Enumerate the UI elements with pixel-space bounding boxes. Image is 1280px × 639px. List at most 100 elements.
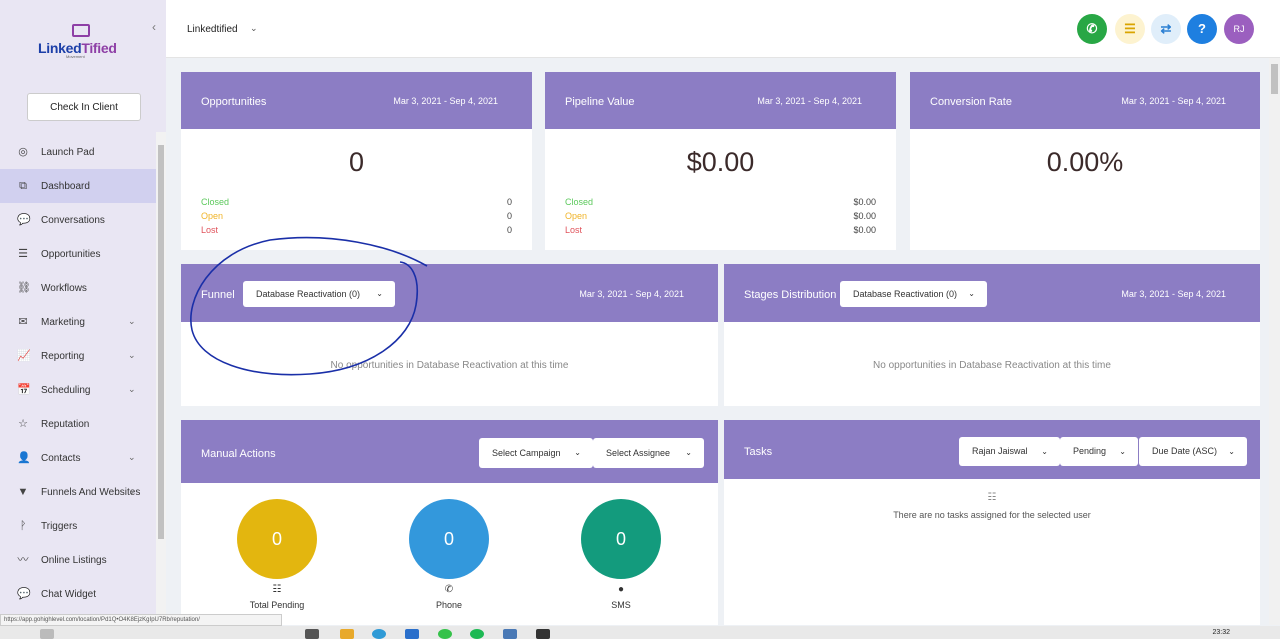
sidebar-item-contacts[interactable]: 👤 Contacts ⌄ xyxy=(0,441,156,475)
phone-icon: ✆ xyxy=(444,584,454,595)
date-range[interactable]: Mar 3, 2021 - Sep 4, 2021 xyxy=(579,289,684,299)
select-campaign-dropdown[interactable]: Select Campaign ⌄ xyxy=(479,438,593,468)
chevron-down-icon: ⌄ xyxy=(685,448,692,457)
phone-icon[interactable]: ✆ xyxy=(1077,14,1107,44)
closed-label: Closed xyxy=(565,197,594,207)
card-title: Conversion Rate xyxy=(930,96,1012,108)
funnel-icon: ▼ xyxy=(17,486,29,498)
funnel-select[interactable]: Database Reactivation (0) ⌄ xyxy=(243,281,395,307)
date-range[interactable]: Mar 3, 2021 - Sep 4, 2021 xyxy=(757,96,862,106)
chevron-down-icon: ⌄ xyxy=(128,350,136,360)
trigger-icon: ᚹ xyxy=(19,520,27,532)
sidebar-item-opportunities[interactable]: ☰ Opportunities xyxy=(0,237,156,271)
phone-circle[interactable]: 0 xyxy=(409,499,489,579)
chevron-down-icon: ⌄ xyxy=(1041,447,1048,456)
app-icon[interactable] xyxy=(503,629,517,639)
conversion-rate-card: Conversion Rate Mar 3, 2021 - Sep 4, 202… xyxy=(910,72,1260,250)
sidebar-item-label: Opportunities xyxy=(41,248,101,260)
sidebar-item-label: Triggers xyxy=(41,520,78,532)
sidebar-item-scheduling[interactable]: 📅 Scheduling ⌄ xyxy=(0,373,156,407)
browser-icon[interactable] xyxy=(372,629,386,639)
sidebar-item-label: Conversations xyxy=(41,214,105,226)
sidebar-scroll-thumb[interactable] xyxy=(158,145,164,539)
select-campaign-label: Select Campaign xyxy=(492,448,561,458)
pulse-icon: 〰 xyxy=(17,554,29,566)
sidebar-item-launch-pad[interactable]: ◎ Launch Pad xyxy=(0,135,156,169)
logo-accent: Tified xyxy=(81,40,117,56)
sidebar-item-chat-widget[interactable]: 💬 Chat Widget xyxy=(0,577,156,611)
switch-arrows-icon[interactable]: ⇄ xyxy=(1151,14,1181,44)
sidebar-item-label: Online Listings xyxy=(41,554,107,566)
top-header: Linkedtified ⌄ ✆ ☰ ⇄ ? RJ xyxy=(166,0,1280,58)
sms-circle[interactable]: 0 xyxy=(581,499,661,579)
app-icon[interactable] xyxy=(405,629,419,639)
page-scroll-thumb[interactable] xyxy=(1271,64,1278,94)
folder-icon[interactable] xyxy=(340,629,354,639)
search-icon[interactable] xyxy=(40,629,54,639)
task-sort-dropdown[interactable]: Due Date (ASC) ⌄ xyxy=(1139,437,1247,466)
stages-select[interactable]: Database Reactivation (0) ⌄ xyxy=(840,281,987,307)
sidebar-item-funnels-and-websites[interactable]: ▼ Funnels And Websites ⌄ xyxy=(0,475,156,509)
stages-distribution-card: Stages Distribution Database Reactivatio… xyxy=(724,264,1260,406)
spotify-icon[interactable] xyxy=(470,629,484,639)
chevron-down-icon: ⌄ xyxy=(128,384,136,394)
sidebar-item-label: Scheduling xyxy=(41,384,91,396)
sidebar-item-triggers[interactable]: ᚹ Triggers xyxy=(0,509,156,543)
task-status-label: Pending xyxy=(1073,446,1107,456)
logo[interactable]: LinkedTified Movement xyxy=(36,20,126,62)
total-pending-circle[interactable]: 0 xyxy=(237,499,317,579)
sidebar: LinkedTified Movement ‹ Check In Client … xyxy=(0,0,166,639)
open-value: 0 xyxy=(506,211,512,221)
sidebar-item-label: Workflows xyxy=(41,282,87,294)
chat-icon: 💬 xyxy=(17,214,31,226)
card-title: Tasks xyxy=(744,446,773,458)
help-icon[interactable]: ? xyxy=(1187,14,1217,44)
sidebar-item-marketing[interactable]: ✉ Marketing ⌄ xyxy=(0,305,156,339)
date-range[interactable]: Mar 3, 2021 - Sep 4, 2021 xyxy=(1121,96,1226,106)
location-switcher[interactable]: Linkedtified xyxy=(187,24,238,35)
funnel-empty-message: No opportunities in Database Reactivatio… xyxy=(330,360,569,371)
briefcase-icon[interactable] xyxy=(305,629,319,639)
sidebar-item-label: Funnels And Websites xyxy=(41,486,141,498)
closed-label: Closed xyxy=(201,197,230,207)
tasks-card: Tasks Rajan Jaiswal ⌄ Pending ⌄ Due Date (… xyxy=(724,420,1260,625)
chevron-down-icon: ⌄ xyxy=(1228,447,1235,456)
check-in-client-button[interactable]: Check In Client xyxy=(27,93,141,121)
total-pending-label: Total Pending xyxy=(249,600,305,610)
notifications-list-icon[interactable]: ☰ xyxy=(1115,14,1145,44)
task-user-label: Rajan Jaiswal xyxy=(972,446,1028,456)
task-user-dropdown[interactable]: Rajan Jaiswal ⌄ xyxy=(959,437,1060,466)
sidebar-item-reporting[interactable]: 📈 Reporting ⌄ xyxy=(0,339,156,373)
os-taskbar: 23:32 xyxy=(0,626,1280,639)
date-range[interactable]: Mar 3, 2021 - Sep 4, 2021 xyxy=(1121,289,1226,299)
open-label: Open xyxy=(201,211,224,221)
sidebar-item-conversations[interactable]: 💬 Conversations xyxy=(0,203,156,237)
sidebar-item-reputation[interactable]: ☆ Reputation xyxy=(0,407,156,441)
taskbar-clock: 23:32 xyxy=(1212,629,1230,636)
sidebar-item-workflows[interactable]: ⛓ Workflows xyxy=(0,271,156,305)
funnel-card: Funnel Database Reactivation (0) ⌄ Mar 3,… xyxy=(181,264,718,406)
task-status-dropdown[interactable]: Pending ⌄ xyxy=(1060,437,1138,466)
whatsapp-icon[interactable] xyxy=(438,629,452,639)
pipeline-total: $0.00 xyxy=(686,147,755,177)
opportunities-total: 0 xyxy=(348,147,365,177)
select-assignee-dropdown[interactable]: Select Assignee ⌄ xyxy=(593,438,704,468)
date-range[interactable]: Mar 3, 2021 - Sep 4, 2021 xyxy=(393,96,498,106)
star-icon: ☆ xyxy=(18,418,28,430)
sms-icon: ● xyxy=(617,584,625,595)
chevron-down-icon: ⌄ xyxy=(574,448,581,457)
chart-icon: 📈 xyxy=(17,350,31,362)
funnel-select-value: Database Reactivation (0) xyxy=(256,289,361,299)
sidebar-item-label: Launch Pad xyxy=(41,146,95,158)
tasks-list-icon: ☷ xyxy=(987,492,997,503)
sidebar-item-online-listings[interactable]: 〰 Online Listings xyxy=(0,543,156,577)
tasks-empty-message: There are no tasks assigned for the sele… xyxy=(893,510,1091,520)
chevron-down-icon[interactable]: ⌄ xyxy=(250,23,258,34)
app-icon[interactable] xyxy=(536,629,550,639)
user-avatar[interactable]: RJ xyxy=(1224,14,1254,44)
sidebar-item-label: Dashboard xyxy=(41,180,90,192)
collapse-sidebar-icon[interactable]: ‹ xyxy=(152,20,156,34)
sidebar-item-dashboard[interactable]: ⧉ Dashboard xyxy=(0,169,156,203)
sidebar-item-label: Contacts xyxy=(41,452,81,464)
page-scrollbar[interactable] xyxy=(1269,58,1280,625)
